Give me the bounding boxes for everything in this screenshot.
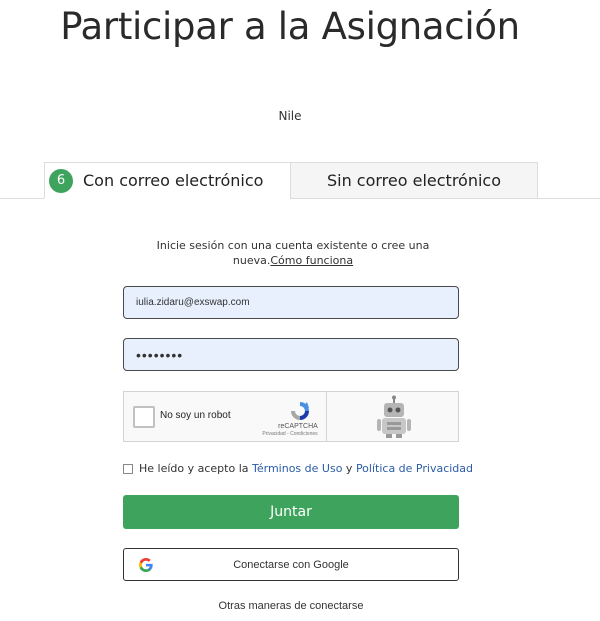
password-field[interactable] [123, 338, 459, 371]
terms-of-use-link[interactable]: Términos de Uso [252, 462, 342, 475]
join-button[interactable]: Juntar [123, 495, 459, 529]
recaptcha-panel: No soy un robot reCAPTCHA Privacidad - C… [124, 392, 327, 441]
privacy-policy-link[interactable]: Política de Privacidad [356, 462, 473, 475]
google-button-label: Conectarse con Google [233, 558, 349, 571]
step-badge: 6 [49, 168, 73, 193]
robot-icon [377, 395, 411, 438]
how-it-works-link[interactable]: Cómo funciona [270, 254, 353, 267]
other-signin-link[interactable]: Otras maneras de conectarse [123, 600, 459, 612]
tab-without-email[interactable]: Sin correo electrónico [290, 162, 538, 199]
recaptcha-label: No soy un robot [160, 410, 231, 421]
tab-with-email-label: Con correo electrónico [83, 171, 264, 190]
page-subtitle: Nile [278, 109, 302, 123]
terms-connector: y [342, 462, 356, 475]
terms-prefix: He leído y acepto la [139, 462, 249, 475]
email-field[interactable] [123, 286, 459, 319]
google-signin-button[interactable]: Conectarse con Google [123, 548, 459, 581]
recaptcha-logo-icon [291, 402, 309, 420]
google-icon [139, 558, 153, 572]
recaptcha-links: Privacidad - Condiciones [262, 431, 318, 437]
terms-checkbox[interactable] [123, 463, 133, 474]
tab-with-email[interactable]: 6 Con correo electrónico [44, 162, 291, 199]
page-title: Participar a la Asignación [60, 5, 520, 48]
terms-row: He leído y acepto la Términos de Uso y P… [123, 462, 473, 475]
recaptcha-widget: No soy un robot reCAPTCHA Privacidad - C… [123, 391, 459, 442]
recaptcha-checkbox[interactable] [133, 406, 155, 428]
tab-without-email-label: Sin correo electrónico [326, 171, 502, 190]
recaptcha-brand: reCAPTCHA [278, 423, 318, 430]
intro-text: Inicie sesión con una cuenta existente o… [123, 238, 463, 268]
